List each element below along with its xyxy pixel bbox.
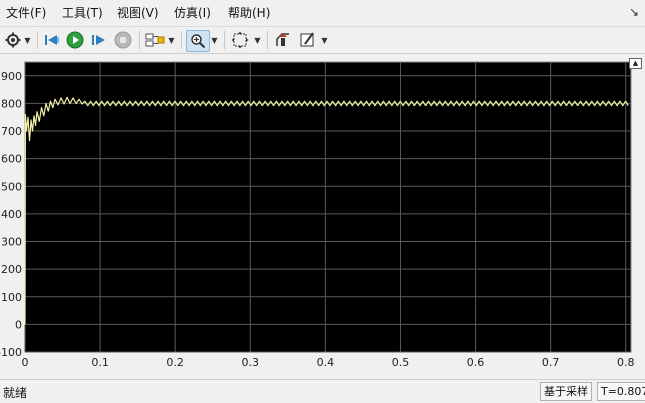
x-tick-label: 0.1 xyxy=(91,356,109,369)
style-dropdown-chevron-icon[interactable]: ▼ xyxy=(320,30,329,50)
toolbar-divider xyxy=(181,31,182,49)
x-tick-label: 0.4 xyxy=(317,356,335,369)
highlight-dropdown-chevron-icon[interactable]: ▼ xyxy=(167,30,176,50)
toolbar: ▼ ▼ ▼ ▼ ▼ xyxy=(0,27,645,54)
y-tick-label: 300 xyxy=(1,236,22,249)
status-ready-text: 就绪 xyxy=(3,386,28,400)
toolbar-divider xyxy=(224,31,225,49)
menu-view[interactable]: 视图(V) xyxy=(117,5,159,21)
undock-axes-icon[interactable]: ▲ xyxy=(629,58,642,69)
toolbar-divider xyxy=(139,31,140,49)
x-tick-label: 0 xyxy=(22,356,29,369)
gear-icon[interactable] xyxy=(4,30,22,50)
menu-bar: 文件(F) 工具(T) 视图(V) 仿真(I) 帮助(H) ↘ xyxy=(0,0,645,27)
stop-icon[interactable] xyxy=(113,30,133,50)
y-tick-label: -100 xyxy=(0,346,22,359)
x-tick-label: 0.3 xyxy=(242,356,260,369)
fit-dropdown-chevron-icon[interactable]: ▼ xyxy=(253,30,262,50)
status-bar: 就绪 基于采样 T=0.807 xyxy=(0,379,645,403)
pin-icon[interactable]: ↘ xyxy=(629,5,639,19)
y-tick-labels: -100 0 100 200 300 400 500 600 700 800 900 xyxy=(0,70,22,359)
run-icon[interactable] xyxy=(65,30,85,50)
toolbar-divider xyxy=(267,31,268,49)
step-back-icon[interactable] xyxy=(42,30,62,50)
gear-dropdown-chevron-icon[interactable]: ▼ xyxy=(23,30,32,50)
cursor-measure-icon[interactable] xyxy=(272,30,294,50)
y-tick-label: 400 xyxy=(1,208,22,221)
y-tick-label: 500 xyxy=(1,180,22,193)
zoom-in-icon[interactable] xyxy=(186,30,210,52)
x-tick-label: 0.8 xyxy=(617,356,635,369)
y-tick-label: 0 xyxy=(15,318,22,331)
y-tick-label: 600 xyxy=(1,153,22,166)
x-tick-label: 0.6 xyxy=(467,356,485,369)
y-tick-label: 900 xyxy=(1,70,22,83)
x-tick-labels: 0 0.1 0.2 0.3 0.4 0.5 0.6 0.7 0.8 xyxy=(22,356,635,369)
x-tick-label: 0.7 xyxy=(542,356,560,369)
toolbar-divider xyxy=(37,31,38,49)
scope-axes[interactable]: -1000100200300400500600700800900 00.10.2… xyxy=(0,56,645,376)
y-tick-label: 700 xyxy=(1,125,22,138)
zoom-dropdown-chevron-icon[interactable]: ▼ xyxy=(210,30,219,50)
x-tick-label: 0.2 xyxy=(166,356,184,369)
step-forward-icon[interactable] xyxy=(89,30,109,50)
status-sim-time: T=0.807 xyxy=(597,382,645,401)
style-icon[interactable] xyxy=(297,30,319,50)
menu-tools[interactable]: 工具(T) xyxy=(62,5,103,21)
fit-to-view-icon[interactable] xyxy=(229,30,251,50)
y-tick-label: 800 xyxy=(1,97,22,110)
menu-simulation[interactable]: 仿真(I) xyxy=(174,5,211,21)
highlight-block-icon[interactable] xyxy=(144,30,166,50)
scope-plot-area[interactable]: -1000100200300400500600700800900 00.10.2… xyxy=(0,56,645,376)
y-tick-label: 200 xyxy=(1,263,22,276)
status-sample-mode: 基于采样 xyxy=(540,382,592,401)
menu-file[interactable]: 文件(F) xyxy=(6,5,46,21)
menu-help[interactable]: 帮助(H) xyxy=(228,5,270,21)
x-tick-label: 0.5 xyxy=(392,356,410,369)
y-tick-label: 100 xyxy=(1,291,22,304)
